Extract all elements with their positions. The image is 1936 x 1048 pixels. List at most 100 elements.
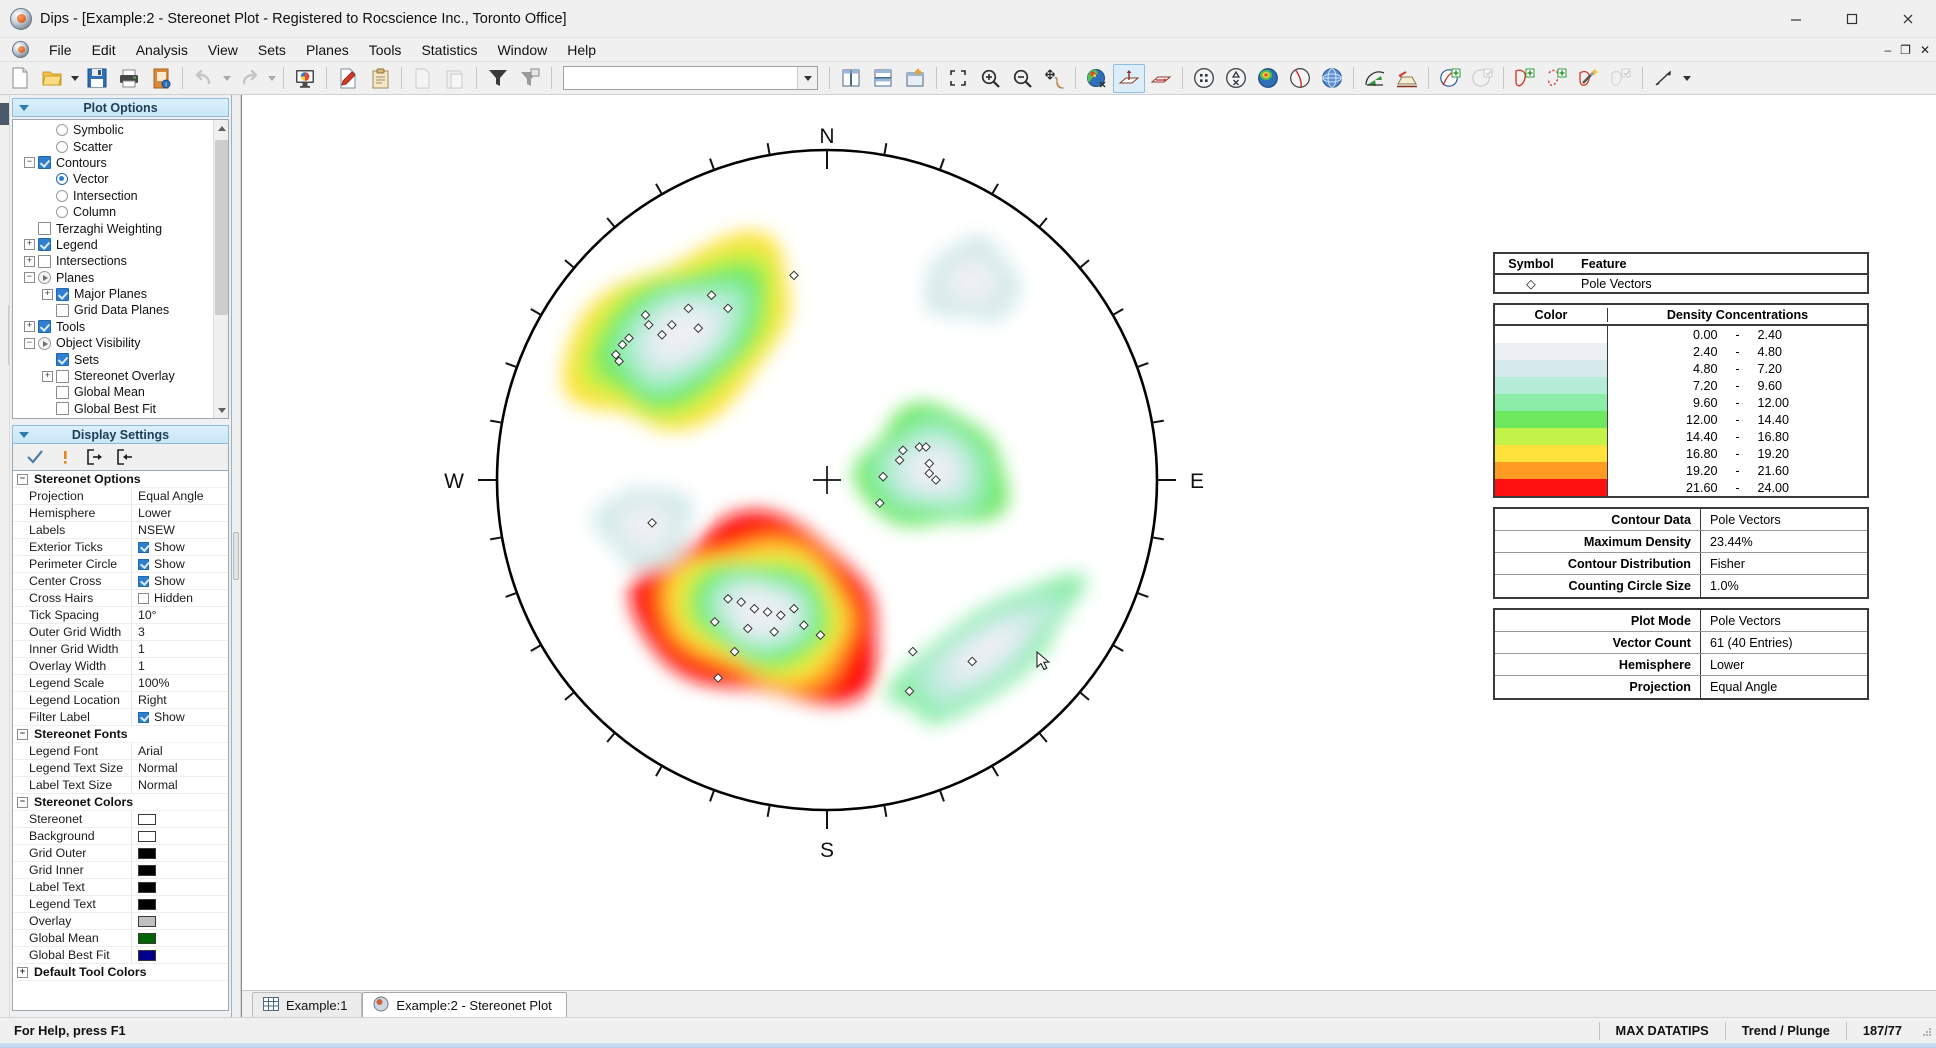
property-row-exterior-ticks[interactable]: Exterior Ticks Show — [13, 539, 228, 556]
menu-statistics[interactable]: Statistics — [411, 40, 487, 60]
clipboard-icon[interactable] — [364, 64, 396, 93]
advanced-filter-icon[interactable] — [514, 64, 546, 93]
display-settings-header[interactable]: Display Settings — [12, 425, 229, 444]
undo-dropdown-icon[interactable] — [220, 64, 233, 93]
color-swatch[interactable] — [138, 932, 156, 944]
property-value[interactable]: 1 — [131, 641, 228, 657]
stereonet-3d-icon[interactable] — [1316, 64, 1348, 93]
property-row-background[interactable]: Background — [13, 828, 228, 845]
plane-vector-icon[interactable] — [1145, 64, 1177, 93]
resize-grip-icon[interactable] — [1918, 1023, 1934, 1039]
reset-exclaim-icon[interactable] — [51, 446, 79, 468]
property-checkbox[interactable] — [138, 541, 149, 553]
tree-item-intersection[interactable]: Intersection — [13, 188, 228, 204]
tree-item-column[interactable]: Column — [13, 204, 228, 220]
property-checkbox[interactable] — [138, 558, 149, 570]
pan-icon[interactable] — [1038, 64, 1070, 93]
property-value[interactable] — [131, 845, 228, 861]
expand-node-icon[interactable]: + — [24, 255, 35, 267]
property-row-hemisphere[interactable]: Hemisphere Lower — [13, 505, 228, 522]
property-row-label-text[interactable]: Label Text — [13, 879, 228, 896]
zoom-stereonet-icon[interactable] — [1081, 64, 1113, 93]
property-value[interactable]: 100% — [131, 675, 228, 691]
property-value[interactable]: NSEW — [131, 522, 228, 538]
rosette-plot-icon[interactable] — [1284, 64, 1316, 93]
dock-tab-1[interactable] — [0, 103, 9, 125]
property-value[interactable]: Show — [131, 573, 228, 589]
property-value[interactable] — [131, 828, 228, 844]
display-settings-property-grid[interactable]: − Stereonet Options Projection Equal Angle H… — [12, 470, 229, 1011]
mdi-restore-button[interactable]: ❐ — [1900, 44, 1911, 56]
tree-scrollbar[interactable] — [213, 120, 228, 418]
tree-checkbox[interactable] — [56, 385, 69, 399]
tree-item-terzaghi-weighting[interactable]: Terzaghi Weighting — [13, 220, 228, 236]
property-row-labels[interactable]: Labels NSEW — [13, 522, 228, 539]
tree-checkbox[interactable] — [56, 287, 69, 301]
color-swatch[interactable] — [138, 949, 156, 961]
property-row-label-text-size[interactable]: Label Text Size Normal — [13, 777, 228, 794]
new-file-icon[interactable] — [4, 64, 36, 93]
tree-item-traverses[interactable]: Traverses — [13, 417, 228, 418]
property-row-cross-hairs[interactable]: Cross Hairs Hidden — [13, 590, 228, 607]
contour-plot-icon[interactable] — [1252, 64, 1284, 93]
expand-group-icon[interactable]: + — [17, 966, 28, 978]
property-group-stereonet-options[interactable]: − Stereonet Options — [13, 471, 228, 488]
property-row-perimeter-circle[interactable]: Perimeter Circle Show — [13, 556, 228, 573]
tree-checkbox[interactable] — [56, 353, 69, 367]
tree-item-grid-data-planes[interactable]: Grid Data Planes — [13, 302, 228, 318]
expand-node-icon[interactable]: + — [24, 239, 35, 251]
add-freehand-set-icon[interactable] — [1541, 64, 1573, 93]
check-plane-icon[interactable] — [1466, 64, 1498, 93]
display-settings-icon[interactable] — [289, 64, 321, 93]
property-value[interactable]: Show — [131, 709, 228, 725]
minimize-button[interactable] — [1768, 0, 1824, 38]
tree-item-symbolic[interactable]: Symbolic — [13, 122, 228, 138]
collapse-node-icon[interactable]: − — [24, 157, 35, 169]
tree-item-stereonet-overlay[interactable]: + Stereonet Overlay — [13, 368, 228, 384]
scroll-down-icon[interactable] — [214, 402, 228, 418]
tree-checkbox[interactable] — [38, 156, 51, 170]
stereonet-chart[interactable]: N S W E — [242, 95, 1482, 990]
redo-icon[interactable] — [233, 64, 265, 93]
tree-item-global-mean[interactable]: Global Mean — [13, 384, 228, 400]
property-value[interactable] — [131, 930, 228, 946]
expand-node-icon[interactable]: + — [42, 370, 53, 382]
panel-splitter[interactable] — [232, 95, 241, 1017]
pole-vector-icon[interactable] — [1113, 63, 1145, 93]
property-value[interactable]: 1 — [131, 658, 228, 674]
color-swatch[interactable] — [138, 915, 156, 927]
property-row-center-cross[interactable]: Center Cross Show — [13, 573, 228, 590]
tree-item-scatter[interactable]: Scatter — [13, 138, 228, 154]
property-row-legend-scale[interactable]: Legend Scale 100% — [13, 675, 228, 692]
tree-radio[interactable] — [56, 206, 68, 219]
property-value[interactable]: Hidden — [131, 590, 228, 606]
open-dropdown-icon[interactable] — [68, 64, 81, 93]
property-row-projection[interactable]: Projection Equal Angle — [13, 488, 228, 505]
tree-checkbox[interactable] — [38, 222, 51, 236]
save-icon[interactable] — [81, 64, 113, 93]
property-row-overlay-width[interactable]: Overlay Width 1 — [13, 658, 228, 675]
property-row-outer-grid-width[interactable]: Outer Grid Width 3 — [13, 624, 228, 641]
property-value[interactable]: Equal Angle — [131, 488, 228, 504]
apply-check-icon[interactable] — [21, 446, 49, 468]
measure-arrow-icon[interactable] — [1648, 64, 1680, 93]
tree-play-toggle[interactable] — [38, 271, 51, 285]
property-row-inner-grid-width[interactable]: Inner Grid Width 1 — [13, 641, 228, 658]
tree-checkbox[interactable] — [38, 238, 51, 252]
chevron-down-icon[interactable] — [797, 67, 817, 89]
new-window-icon[interactable] — [899, 64, 931, 93]
doc-tab-example2-stereonet[interactable]: Example:2 - Stereonet Plot — [362, 992, 567, 1017]
redo-dropdown-icon[interactable] — [265, 64, 278, 93]
property-value[interactable]: Normal — [131, 777, 228, 793]
zoom-out-icon[interactable] — [1006, 64, 1038, 93]
collapse-node-icon[interactable]: − — [24, 272, 35, 284]
property-checkbox[interactable] — [138, 711, 149, 723]
wedge-icon[interactable] — [1391, 64, 1423, 93]
plot-options-tree[interactable]: Symbolic Scatter − Contours Vector Intersecti… — [12, 119, 229, 419]
color-swatch[interactable] — [138, 898, 156, 910]
filter-icon[interactable] — [482, 64, 514, 93]
collapse-caret-icon[interactable] — [19, 104, 29, 111]
property-value[interactable] — [131, 947, 228, 963]
zoom-all-icon[interactable] — [942, 64, 974, 93]
tree-item-global-best-fit[interactable]: Global Best Fit — [13, 401, 228, 417]
